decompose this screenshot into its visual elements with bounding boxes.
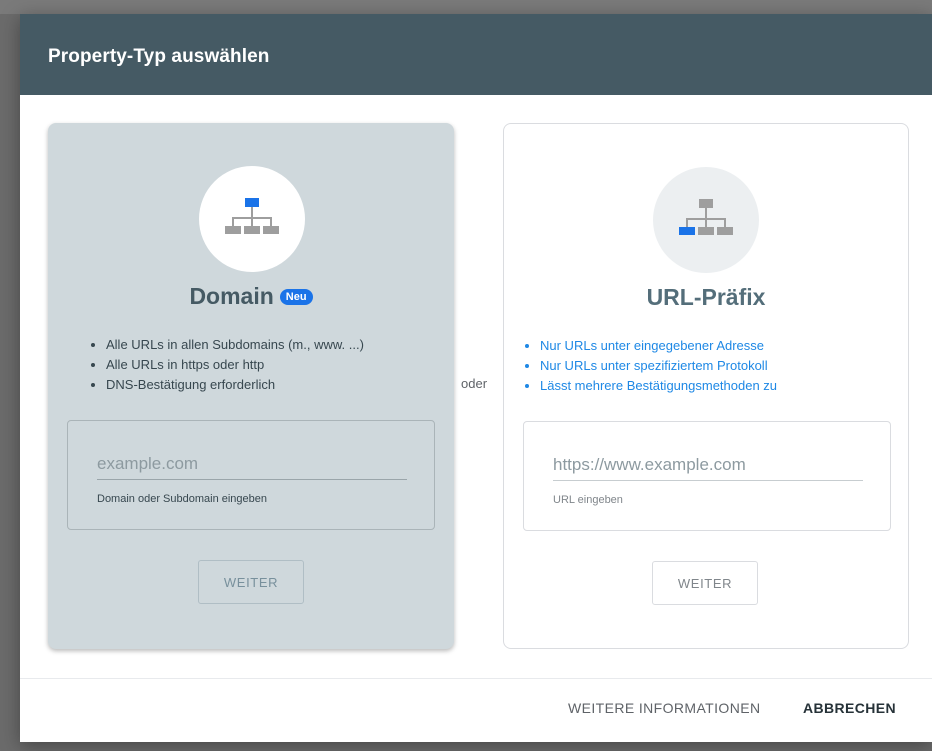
domain-input[interactable] (97, 449, 407, 480)
domain-continue-button[interactable]: WEITER (198, 560, 304, 604)
domain-card[interactable]: Domain Neu Alle URLs in allen Subdomains … (48, 123, 454, 649)
new-badge: Neu (279, 289, 313, 305)
or-separator: oder (461, 376, 488, 391)
url-prefix-icon-circle (653, 167, 759, 273)
url-continue-button[interactable]: WEITER (652, 561, 758, 605)
domain-feature-list: Alle URLs in allen Subdomains (m., www. … (88, 335, 364, 395)
sitemap-icon (225, 198, 279, 234)
sitemap-icon (679, 199, 733, 235)
url-prefix-card-title: URL-Präfix (646, 284, 766, 310)
list-item: Nur URLs unter eingegebener Adresse (540, 336, 777, 356)
list-item: Alle URLs in allen Subdomains (m., www. … (106, 335, 364, 355)
domain-title-text: Domain (189, 283, 274, 309)
url-input-hint: URL eingeben (553, 494, 623, 506)
more-info-button[interactable]: WEITERE INFORMATIONEN (568, 700, 760, 716)
url-prefix-card[interactable]: URL-Präfix Nur URLs unter eingegebener A… (503, 123, 909, 649)
list-item: DNS-Bestätigung erforderlich (106, 375, 364, 395)
url-input[interactable] (553, 450, 863, 481)
dialog-header: Property-Typ auswählen (20, 14, 932, 95)
domain-icon-circle (199, 166, 305, 272)
domain-input-hint: Domain oder Subdomain eingeben (97, 493, 268, 505)
property-type-dialog: Property-Typ auswählen Domain Neu Alle UR… (20, 14, 932, 742)
list-item: Lässt mehrere Bestätigungsmethoden zu (540, 376, 777, 396)
cancel-button[interactable]: ABBRECHEN (803, 700, 896, 716)
list-item: Alle URLs in https oder http (106, 355, 364, 375)
list-item: Nur URLs unter spezifiziertem Protokoll (540, 356, 777, 376)
page-backdrop (0, 0, 932, 14)
footer-divider (20, 678, 932, 679)
domain-card-title: Domain Neu (48, 283, 454, 310)
dialog-title: Property-Typ auswählen (48, 46, 270, 67)
url-input-box: URL eingeben (523, 421, 891, 531)
url-prefix-feature-list: Nur URLs unter eingegebener Adresse Nur … (522, 336, 777, 396)
domain-input-box: Domain oder Subdomain eingeben (67, 420, 435, 530)
